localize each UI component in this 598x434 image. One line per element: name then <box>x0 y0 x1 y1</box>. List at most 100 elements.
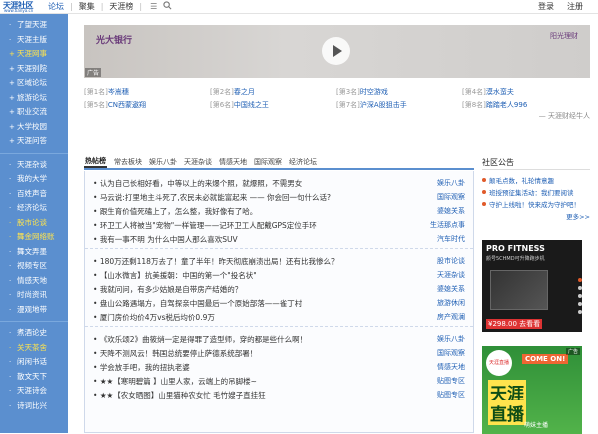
notice-more-link[interactable]: 更多>> <box>482 211 590 221</box>
post-title-link[interactable]: 跟生育价值死磕上了，怎么整，我好像有了哈。 <box>93 206 258 217</box>
play-icon[interactable] <box>322 37 350 65</box>
list-item[interactable]: ★★【农女晒图】山里猫种农女忙 毛竹嫂子直挂狂 贴图专区 <box>93 388 465 402</box>
post-board-link[interactable]: 生活那点事 <box>430 220 465 230</box>
notice-item[interactable]: 班授预征集活动：我们要阅读 <box>482 186 590 198</box>
list-item[interactable]: 学会放手吧，我的扭执老婆 情感天地 <box>93 360 465 374</box>
nav-tianya-rank[interactable]: 天涯榜 <box>109 1 133 12</box>
post-board-link[interactable]: 旅游休闲 <box>437 298 465 308</box>
post-board-link[interactable]: 娱乐八卦 <box>437 334 465 344</box>
sidebar-item[interactable]: · 漫观地带 <box>0 303 68 318</box>
post-title-link[interactable]: 厦门房价均价4万vs税后均价0.9万 <box>93 312 215 323</box>
site-logo[interactable]: 天涯社区 www.tianya.cn <box>3 0 43 13</box>
list-item[interactable]: 盘山公路遇塌方，自驾探亲中国最后一个原始部落——雀丁村 旅游休闲 <box>93 296 465 310</box>
post-board-link[interactable]: 天涯杂谈 <box>437 270 465 280</box>
carousel-dot[interactable] <box>578 294 582 298</box>
search-icon[interactable] <box>163 1 172 12</box>
sidebar-item[interactable]: · 煮酒论史 <box>0 326 68 341</box>
post-board-link[interactable]: 贴图专区 <box>437 376 465 386</box>
tab-1[interactable]: 常去板块 <box>114 157 142 167</box>
sidebar-item[interactable]: + 职业交流 <box>0 105 68 120</box>
list-item[interactable]: 我有一事不明 为什么中国人那么喜欢SUV 汽车时代 <box>93 232 465 246</box>
list-item[interactable]: 跟生育价值死磕上了，怎么整，我好像有了哈。 婆媳关系 <box>93 204 465 218</box>
post-board-link[interactable]: 国际观察 <box>437 192 465 202</box>
fitness-ad[interactable]: PRO FITNESS 颜号5CHMD可升降跑步机 ¥298.00 去看看 <box>482 240 582 332</box>
sidebar-item[interactable]: + 区域论坛 <box>0 76 68 91</box>
sidebar-item[interactable]: · 情感天地 <box>0 274 68 289</box>
post-title-link[interactable]: 马云说:打里地主斗死了,农民未必就能富起来 —— 你会回一句什么话? <box>93 192 331 203</box>
tab-6[interactable]: 经济论坛 <box>289 157 317 167</box>
notice-item[interactable]: 守护上线啦！快来成为守护吧！ <box>482 198 590 210</box>
menu-icon[interactable]: ☰ <box>150 2 157 11</box>
post-board-link[interactable]: 汽车时代 <box>437 234 465 244</box>
post-title-link[interactable]: 我有一事不明 为什么中国人那么喜欢SUV <box>93 234 238 245</box>
post-title-link[interactable]: 【山水微言】抗美援朝：中国的第一个"投名状" <box>93 270 257 281</box>
hot-rank-item[interactable]: [第4名]漠水蛮夫 <box>462 87 588 97</box>
sidebar-item[interactable]: · 闲闲书话 <box>0 355 68 370</box>
sidebar-item[interactable]: + 天涯网事 <box>0 47 68 62</box>
list-item[interactable]: 我就问问，有多少姑娘是自带房产结婚的？ 婆媳关系 <box>93 282 465 296</box>
sidebar-item[interactable]: + 天涯问答 <box>0 134 68 149</box>
list-item[interactable]: 《欢乐颂2》曲筱绡一定是得罪了造型师，穿的都是些什么啊！ 娱乐八卦 <box>93 332 465 346</box>
live-stream-ad[interactable]: 天涯直播 COME ON! 天涯 直播 萌妹主播 广告 <box>482 346 582 434</box>
sidebar-item[interactable]: · 舞文弄墨 <box>0 245 68 260</box>
list-item[interactable]: 厦门房价均价4万vs税后均价0.9万 房产观澜 <box>93 310 465 324</box>
sidebar-item[interactable]: · 散文天下 <box>0 370 68 385</box>
tab-2[interactable]: 娱乐八卦 <box>149 157 177 167</box>
post-board-link[interactable]: 婆媳关系 <box>437 284 465 294</box>
more-rank-link[interactable]: — 天涯财经牛人 <box>539 111 590 121</box>
sidebar-item[interactable]: + 天涯别院 <box>0 62 68 77</box>
sidebar-item[interactable]: · 视频专区 <box>0 259 68 274</box>
tab-0[interactable]: 热帖榜 <box>84 156 107 168</box>
sidebar-item[interactable]: · 了望天涯 <box>0 18 68 33</box>
list-item[interactable]: 环卫工人将被当"宠物"一样管理——记环卫工人配戴GPS定位手环 生活那点事 <box>93 218 465 232</box>
login-link[interactable]: 登录 <box>538 1 554 12</box>
post-board-link[interactable]: 股市论谈 <box>437 256 465 266</box>
carousel-dot-active[interactable] <box>578 278 582 282</box>
hot-rank-item[interactable]: [第3名]时空游戏 <box>336 87 462 97</box>
carousel-dot[interactable] <box>578 310 582 314</box>
notice-item[interactable]: 颠毛点数，礼轮情意趣 <box>482 174 590 186</box>
carousel-dot[interactable] <box>578 286 582 290</box>
list-item[interactable]: 180万还剩118万去了！童了半年！昨天彻底崩溃出局！还有比我惨么？ 股市论谈 <box>93 254 465 268</box>
hot-rank-item[interactable]: [第5名]CN西蒙遨翔 <box>84 100 210 110</box>
list-item[interactable]: 马云说:打里地主斗死了,农民未必就能富起来 —— 你会回一句什么话? 国际观察 <box>93 190 465 204</box>
sidebar-item[interactable]: · 我的大学 <box>0 172 68 187</box>
hot-rank-item[interactable]: [第7名]沪深A股狙击手 <box>336 100 462 110</box>
post-board-link[interactable]: 国际观察 <box>437 348 465 358</box>
hot-rank-item[interactable]: [第2名]春之月 <box>210 87 336 97</box>
sidebar-item[interactable]: · 关天茶舍 <box>0 341 68 356</box>
post-title-link[interactable]: 180万还剩118万去了！童了半年！昨天彻底崩溃出局！还有比我惨么？ <box>93 256 339 267</box>
sidebar-item[interactable]: · 舞金网络账 <box>0 230 68 245</box>
list-item[interactable]: 【山水微言】抗美援朝：中国的第一个"投名状" 天涯杂谈 <box>93 268 465 282</box>
post-title-link[interactable]: ★★【农女晒图】山里猫种农女忙 毛竹嫂子直挂狂 <box>93 390 266 401</box>
video-banner-ad[interactable]: 光大银行 阳光理财 广告 <box>84 25 590 78</box>
list-item[interactable]: 天降不测风云！韩国总统要停止萨德系统部署！ 国际观察 <box>93 346 465 360</box>
sidebar-item[interactable]: · 天涯主版 <box>0 33 68 48</box>
sidebar-item[interactable]: · 百姓声音 <box>0 187 68 202</box>
sidebar-item[interactable]: + 旅游论坛 <box>0 91 68 106</box>
list-item[interactable]: 认为自己长相好看，中等以上的来爆个照，就爆照，不需男女 娱乐八卦 <box>93 176 465 190</box>
sidebar-item[interactable]: · 天涯诗会 <box>0 384 68 399</box>
sidebar-item[interactable]: · 股市论谈 <box>0 216 68 231</box>
post-title-link[interactable]: 学会放手吧，我的扭执老婆 <box>93 362 190 373</box>
post-title-link[interactable]: 盘山公路遇塌方，自驾探亲中国最后一个原始部落——雀丁村 <box>93 298 303 309</box>
sidebar-item[interactable]: + 大学校园 <box>0 120 68 135</box>
carousel-dot[interactable] <box>578 302 582 306</box>
sidebar-item[interactable]: · 诗词比兴 <box>0 399 68 414</box>
post-board-link[interactable]: 情感天地 <box>437 362 465 372</box>
tab-3[interactable]: 天涯杂谈 <box>184 157 212 167</box>
hot-rank-item[interactable]: [第6名]中国线之王 <box>210 100 336 110</box>
post-board-link[interactable]: 贴图专区 <box>437 390 465 400</box>
post-title-link[interactable]: 我就问问，有多少姑娘是自带房产结婚的？ <box>93 284 243 295</box>
list-item[interactable]: ★★【寒明碧篇 】山里人家，云端上的吊脚楼~ 贴图专区 <box>93 374 465 388</box>
sidebar-item[interactable]: · 时尚资讯 <box>0 288 68 303</box>
hot-rank-item[interactable]: [第8名]踏踏老人996 <box>462 100 588 110</box>
sidebar-item[interactable]: · 经济论坛 <box>0 201 68 216</box>
register-link[interactable]: 注册 <box>567 1 583 12</box>
post-title-link[interactable]: 《欢乐颂2》曲筱绡一定是得罪了造型师，穿的都是些什么啊！ <box>93 334 307 345</box>
post-board-link[interactable]: 婆媳关系 <box>437 206 465 216</box>
post-title-link[interactable]: 天降不测风云！韩国总统要停止萨德系统部署！ <box>93 348 258 359</box>
post-title-link[interactable]: 认为自己长相好看，中等以上的来爆个照，就爆照，不需男女 <box>93 178 303 189</box>
nav-forum[interactable]: 论坛 <box>48 1 64 12</box>
post-title-link[interactable]: ★★【寒明碧篇 】山里人家，云端上的吊脚楼~ <box>93 376 257 387</box>
